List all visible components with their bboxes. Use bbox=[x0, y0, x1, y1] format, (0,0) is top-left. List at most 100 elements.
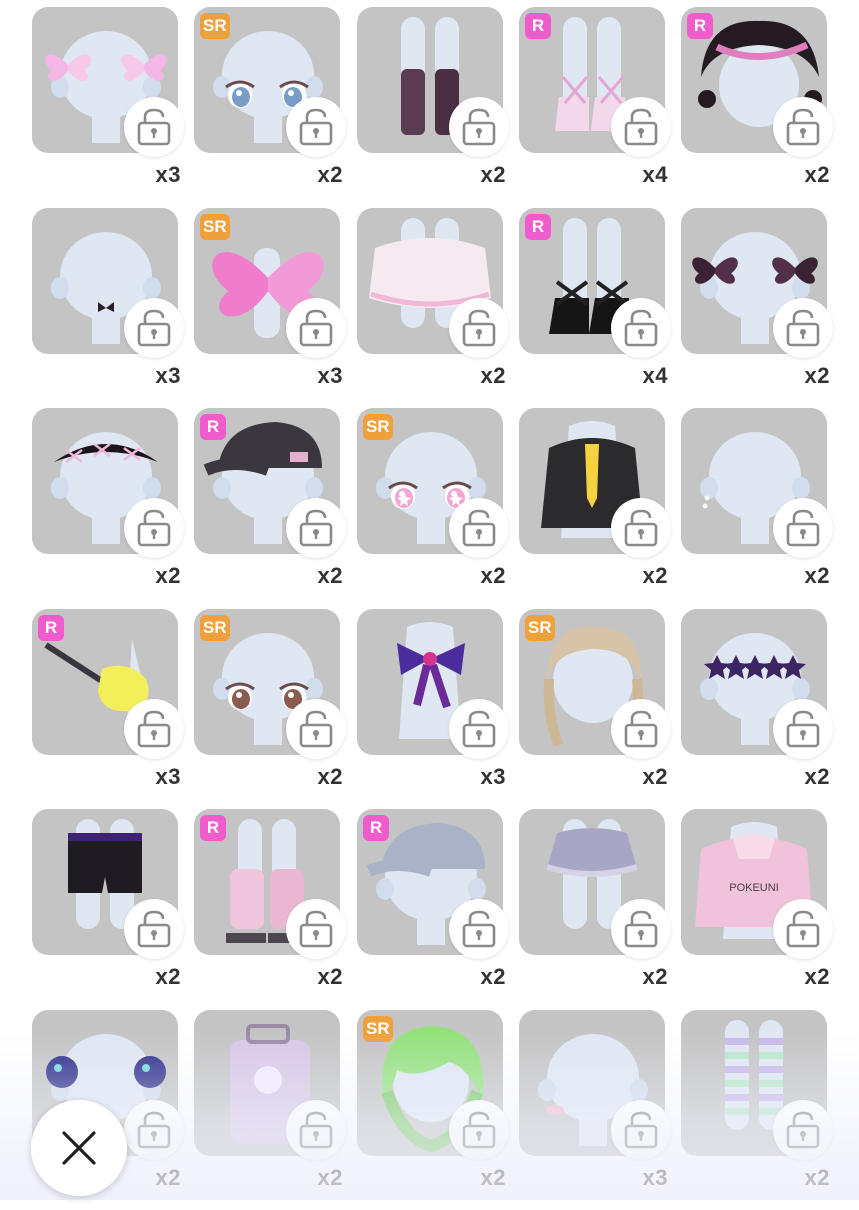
item-cell[interactable]: SR x2 bbox=[357, 408, 519, 608]
lock-icon bbox=[299, 509, 333, 547]
item-cell[interactable]: SR x2 bbox=[194, 609, 356, 809]
unlock-button[interactable] bbox=[611, 899, 671, 959]
item-cell[interactable]: x2 bbox=[32, 408, 194, 608]
quantity-label: x3 bbox=[317, 363, 343, 388]
close-button[interactable] bbox=[31, 1100, 127, 1196]
rarity-badge: SR bbox=[525, 615, 555, 641]
unlock-button[interactable] bbox=[449, 498, 509, 558]
item-cell[interactable]: Rx2 bbox=[194, 809, 356, 1009]
unlock-button[interactable] bbox=[449, 97, 509, 157]
close-icon bbox=[62, 1131, 96, 1165]
unlock-button[interactable] bbox=[611, 1100, 671, 1160]
unlock-button[interactable] bbox=[124, 97, 184, 157]
unlock-button[interactable] bbox=[286, 97, 346, 157]
rarity-badge: R bbox=[200, 815, 226, 841]
quantity-label: x2 bbox=[642, 764, 668, 789]
unlock-button[interactable] bbox=[286, 498, 346, 558]
unlock-button[interactable] bbox=[286, 899, 346, 959]
quantity-label: x2 bbox=[804, 964, 830, 989]
item-cell[interactable]: x2 bbox=[519, 809, 681, 1009]
lock-icon bbox=[786, 309, 820, 347]
unlock-button[interactable] bbox=[773, 97, 833, 157]
lock-icon bbox=[624, 1111, 658, 1149]
quantity-label: x3 bbox=[155, 162, 181, 187]
item-cell[interactable]: x3 bbox=[32, 208, 194, 408]
unlock-button[interactable] bbox=[611, 298, 671, 358]
lock-icon bbox=[786, 910, 820, 948]
unlock-button[interactable] bbox=[773, 1100, 833, 1160]
lock-icon bbox=[462, 309, 496, 347]
quantity-label: x2 bbox=[642, 563, 668, 588]
lock-icon bbox=[137, 108, 171, 146]
unlock-button[interactable] bbox=[286, 298, 346, 358]
unlock-button[interactable] bbox=[286, 699, 346, 759]
quantity-label: x2 bbox=[480, 964, 506, 989]
lock-icon bbox=[624, 509, 658, 547]
item-cell[interactable]: Rx4 bbox=[519, 208, 681, 408]
item-cell[interactable]: Rx4 bbox=[519, 7, 681, 207]
item-cell[interactable]: x2 bbox=[681, 208, 843, 408]
item-cell[interactable]: x2 bbox=[681, 1010, 843, 1210]
item-cell[interactable]: Rx2 bbox=[357, 809, 519, 1009]
quantity-label: x3 bbox=[155, 764, 181, 789]
unlock-button[interactable] bbox=[124, 1100, 184, 1160]
lock-icon bbox=[137, 710, 171, 748]
unlock-button[interactable] bbox=[449, 699, 509, 759]
item-cell[interactable]: SR x3 bbox=[194, 208, 356, 408]
item-cell[interactable]: x3 bbox=[32, 7, 194, 207]
item-cell[interactable]: x2 bbox=[357, 208, 519, 408]
rarity-badge: R bbox=[525, 214, 551, 240]
item-cell[interactable]: x2 bbox=[32, 809, 194, 1009]
quantity-label: x2 bbox=[317, 563, 343, 588]
quantity-label: x2 bbox=[480, 563, 506, 588]
lock-icon bbox=[786, 108, 820, 146]
quantity-label: x3 bbox=[642, 1165, 668, 1190]
unlock-button[interactable] bbox=[611, 699, 671, 759]
unlock-button[interactable] bbox=[611, 97, 671, 157]
lock-icon bbox=[137, 1111, 171, 1149]
unlock-button[interactable] bbox=[773, 498, 833, 558]
quantity-label: x2 bbox=[642, 964, 668, 989]
hoodie-print-text: POKEUNI bbox=[729, 882, 779, 894]
rarity-badge: R bbox=[363, 815, 389, 841]
unlock-button[interactable] bbox=[449, 298, 509, 358]
quantity-label: x2 bbox=[480, 162, 506, 187]
lock-icon bbox=[299, 710, 333, 748]
lock-icon bbox=[462, 710, 496, 748]
item-cell[interactable]: x2 bbox=[519, 408, 681, 608]
item-cell[interactable]: SR x2 bbox=[194, 7, 356, 207]
unlock-button[interactable] bbox=[124, 899, 184, 959]
item-cell[interactable]: x2 bbox=[681, 609, 843, 809]
item-cell[interactable]: x2 bbox=[194, 1010, 356, 1210]
unlock-button[interactable] bbox=[286, 1100, 346, 1160]
unlock-button[interactable] bbox=[124, 298, 184, 358]
quantity-label: x2 bbox=[155, 1165, 181, 1190]
unlock-button[interactable] bbox=[611, 498, 671, 558]
item-cell[interactable]: x2 bbox=[681, 408, 843, 608]
unlock-button[interactable] bbox=[124, 699, 184, 759]
unlock-button[interactable] bbox=[124, 498, 184, 558]
item-cell[interactable]: SR x2 bbox=[519, 609, 681, 809]
item-cell[interactable]: x3 bbox=[519, 1010, 681, 1210]
lock-icon bbox=[462, 108, 496, 146]
unlock-button[interactable] bbox=[449, 899, 509, 959]
unlock-button[interactable] bbox=[449, 1100, 509, 1160]
lock-icon bbox=[624, 910, 658, 948]
item-cell[interactable]: Rx2 bbox=[681, 7, 843, 207]
item-cell[interactable]: x3 bbox=[357, 609, 519, 809]
quantity-label: x2 bbox=[317, 1165, 343, 1190]
rarity-badge: R bbox=[200, 414, 226, 440]
unlock-button[interactable] bbox=[773, 899, 833, 959]
item-cell[interactable]: x2 bbox=[357, 7, 519, 207]
unlock-button[interactable] bbox=[773, 298, 833, 358]
item-grid: x3 SR x2 x2 Rx4 Rx2 x3 SR x3 x2 Rx4 x2 x… bbox=[0, 0, 859, 1200]
quantity-label: x2 bbox=[804, 563, 830, 588]
unlock-button[interactable] bbox=[773, 699, 833, 759]
item-cell[interactable]: SR x2 bbox=[357, 1010, 519, 1210]
item-cell[interactable]: POKEUNI x2 bbox=[681, 809, 843, 1009]
lock-icon bbox=[137, 509, 171, 547]
item-cell[interactable]: Rx3 bbox=[32, 609, 194, 809]
lock-icon bbox=[299, 108, 333, 146]
quantity-label: x2 bbox=[155, 563, 181, 588]
item-cell[interactable]: Rx2 bbox=[194, 408, 356, 608]
